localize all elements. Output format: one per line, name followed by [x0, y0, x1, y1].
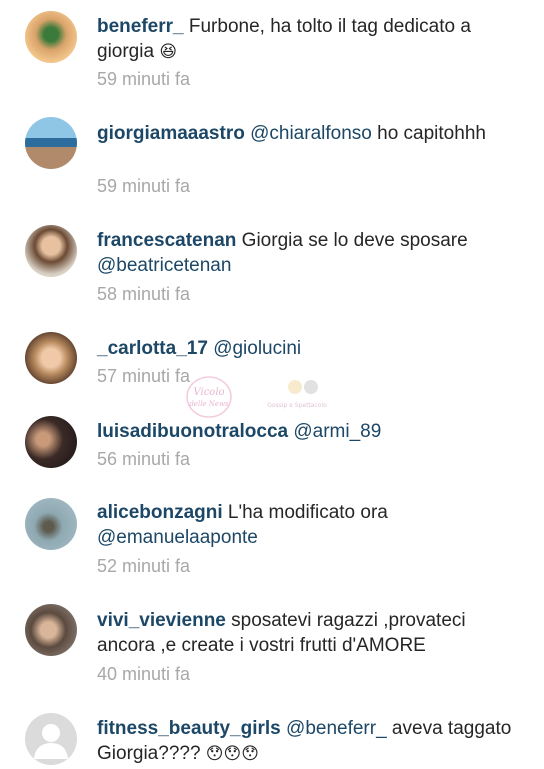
svg-text:Vicolo: Vicolo	[193, 387, 224, 398]
username-link[interactable]: alicebonzagni	[97, 502, 223, 523]
avatar[interactable]	[25, 332, 77, 384]
mention-link[interactable]: @chiaralfonso	[250, 123, 372, 144]
mention-link[interactable]: @beneferr_	[286, 718, 387, 739]
hushed-face-emoji-icon: 😯😯😯	[205, 744, 259, 764]
comment-timestamp: 59 minuti fa	[97, 69, 191, 89]
svg-text:Gossip e Spettacolo: Gossip e Spettacolo	[267, 402, 327, 409]
grinning-squinting-emoji-icon: 😆	[159, 42, 178, 62]
comment-text: L'ha modificato ora	[222, 502, 388, 523]
default-avatar-icon[interactable]	[25, 713, 77, 765]
username-link[interactable]: _carlotta_17	[97, 338, 208, 359]
avatar[interactable]	[25, 498, 77, 550]
comment-timestamp: 40 minuti fa	[97, 664, 191, 684]
username-link[interactable]: luisadibuonotralocca	[97, 421, 288, 442]
avatar[interactable]	[25, 416, 77, 468]
comment-timestamp: 57 minuti fa	[97, 366, 191, 386]
username-link[interactable]: vivi_vievienne	[97, 610, 226, 631]
comment-timestamp: 59 minuti fa	[97, 176, 191, 196]
avatar[interactable]	[25, 225, 77, 277]
comment-timestamp: 56 minuti fa	[97, 449, 191, 469]
username-link[interactable]: giorgiamaaastro	[97, 123, 245, 144]
username-link[interactable]: beneferr_	[97, 16, 184, 37]
mention-link[interactable]: @giolucini	[213, 338, 301, 359]
username-link[interactable]: francescatenan	[97, 230, 236, 251]
avatar[interactable]	[25, 604, 77, 656]
svg-text:delle News: delle News	[189, 400, 229, 408]
mention-link[interactable]: @emanuelaaponte	[97, 527, 258, 548]
comment-timestamp: 58 minuti fa	[97, 284, 191, 304]
avatar[interactable]	[25, 117, 77, 169]
person-silhouette-icon	[34, 724, 68, 759]
avatar[interactable]	[25, 11, 77, 63]
comment-timestamp: 52 minuti fa	[97, 556, 191, 576]
watermark-logo: Vicolo delle News Gossip e Spettacolo	[183, 373, 333, 421]
username-link[interactable]: fitness_beauty_girls	[97, 718, 281, 739]
mention-link[interactable]: @beatricetenan	[97, 255, 231, 276]
mention-link[interactable]: @armi_89	[293, 421, 381, 442]
comment-text: ho capitohhh	[371, 123, 486, 144]
comment-text: Giorgia se lo deve sposare	[236, 230, 468, 251]
